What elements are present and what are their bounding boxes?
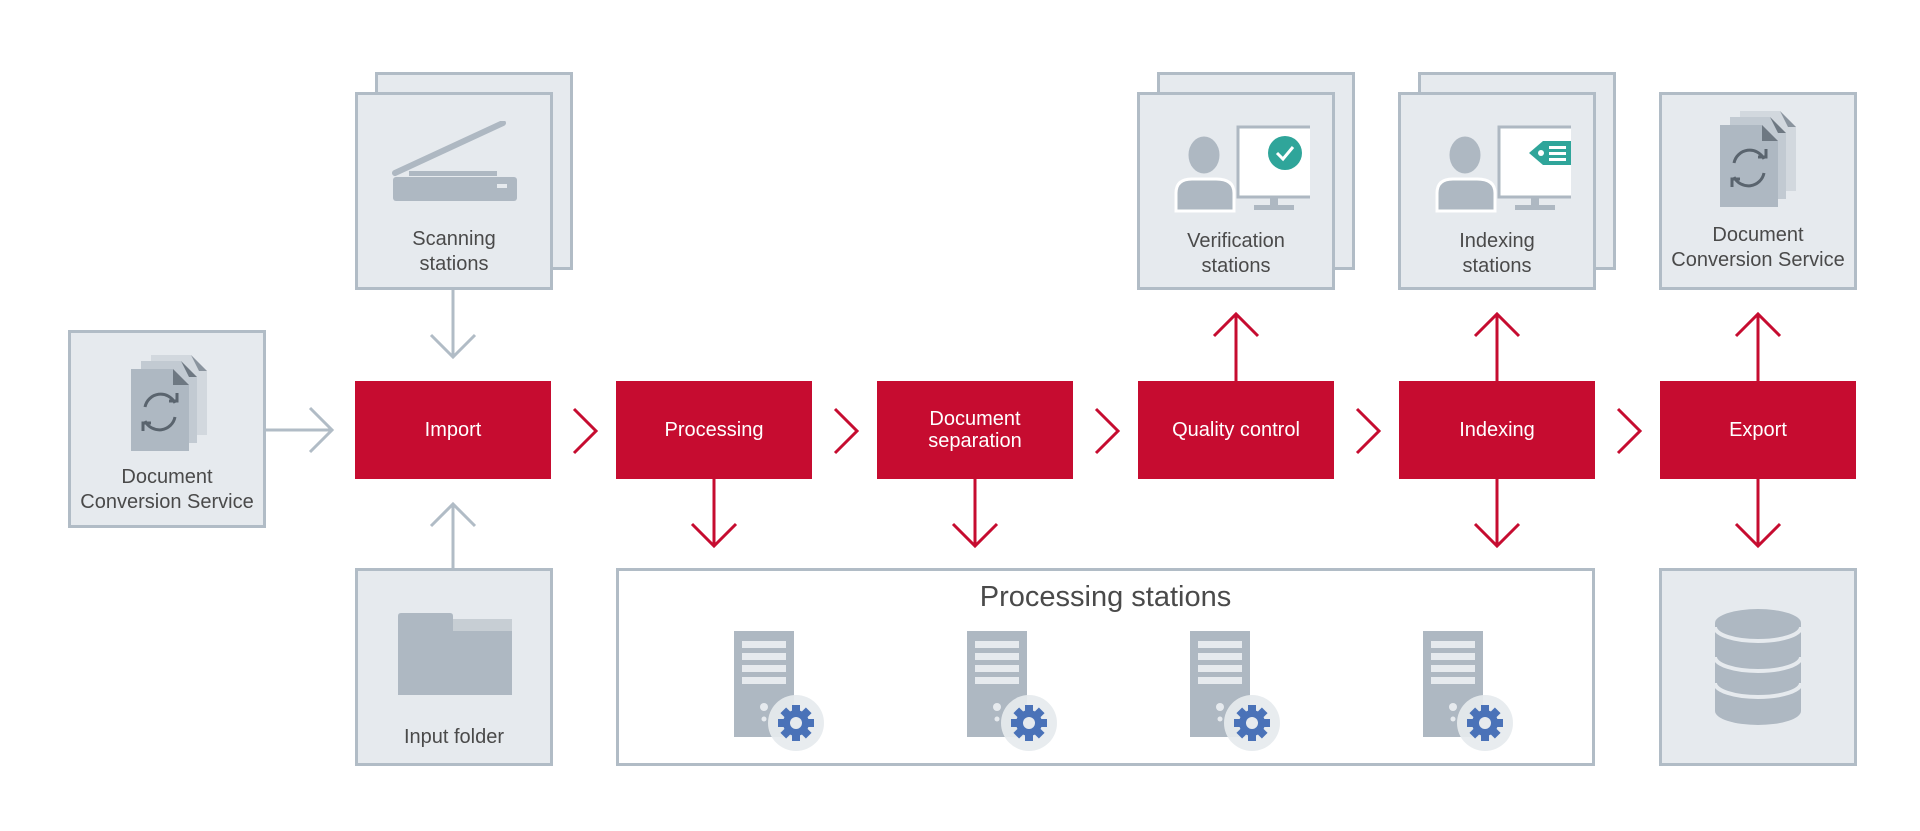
- dcs-output-box: Document Conversion Service: [1659, 92, 1857, 290]
- arrow-export-up: [1734, 311, 1782, 381]
- database-icon: [1715, 609, 1801, 725]
- chevron-1: [572, 407, 599, 455]
- stage-export-label: Export: [1729, 419, 1787, 441]
- dcs-input-label: Document Conversion Service: [80, 466, 254, 513]
- folder-icon: [398, 613, 512, 695]
- arrow-scanning-to-import: [429, 290, 477, 360]
- arrow-indexing-up: [1473, 311, 1521, 381]
- stage-document-separation-label: Document separation: [928, 408, 1022, 452]
- indexing-stations-label: Indexing stations: [1459, 230, 1535, 277]
- arrow-qc-up: [1212, 311, 1260, 381]
- user-monitor-tag-icon: [1435, 125, 1571, 213]
- document-convert-icon: [131, 355, 207, 451]
- dcs-input-box: Document Conversion Service: [68, 330, 266, 528]
- scanner-icon: [392, 121, 517, 201]
- input-folder-box: Input folder: [355, 568, 553, 766]
- chevron-2: [833, 407, 860, 455]
- stage-export: Export: [1660, 381, 1856, 479]
- stage-document-separation: Document separation: [877, 381, 1073, 479]
- arrow-indexing-down: [1473, 479, 1521, 549]
- server-gear-icon: [1423, 631, 1513, 751]
- document-convert-icon: [1720, 111, 1796, 207]
- arrow-dcs-to-import: [266, 406, 335, 454]
- chevron-3: [1094, 407, 1121, 455]
- stage-indexing: Indexing: [1399, 381, 1595, 479]
- stage-import-label: Import: [424, 419, 482, 441]
- stage-quality-control: Quality control: [1138, 381, 1334, 479]
- stage-indexing-label: Indexing: [1459, 419, 1535, 441]
- stage-import: Import: [355, 381, 551, 479]
- verification-stations-label: Verification stations: [1187, 230, 1285, 277]
- arrow-folder-to-import: [429, 501, 477, 571]
- scanning-stations-box: Scanning stations: [355, 92, 553, 290]
- input-folder-label: Input folder: [403, 726, 505, 748]
- stage-processing: Processing: [616, 381, 812, 479]
- chevron-4: [1355, 407, 1382, 455]
- dcs-output-label: Document Conversion Service: [1671, 224, 1845, 271]
- processing-stations-label: Processing stations: [979, 581, 1232, 613]
- scanning-stations-label: Scanning stations: [412, 228, 496, 275]
- chevron-5: [1616, 407, 1643, 455]
- arrow-processing-down: [690, 479, 738, 549]
- server-gear-icon: [1190, 631, 1280, 751]
- user-monitor-check-icon: [1174, 125, 1310, 213]
- verification-stations-box: Verification stations: [1137, 92, 1335, 290]
- workflow-diagram: Document Conversion Service Scanning sta…: [0, 0, 1920, 831]
- stage-processing-label: Processing: [664, 419, 764, 441]
- stage-quality-control-label: Quality control: [1172, 419, 1300, 441]
- processing-stations-box: Processing stations: [616, 568, 1595, 766]
- indexing-stations-box: Indexing stations: [1398, 92, 1596, 290]
- server-gear-icon: [967, 631, 1057, 751]
- database-box: [1659, 568, 1857, 766]
- arrow-separation-down: [951, 479, 999, 549]
- server-gear-icon: [734, 631, 824, 751]
- arrow-export-down: [1734, 479, 1782, 549]
